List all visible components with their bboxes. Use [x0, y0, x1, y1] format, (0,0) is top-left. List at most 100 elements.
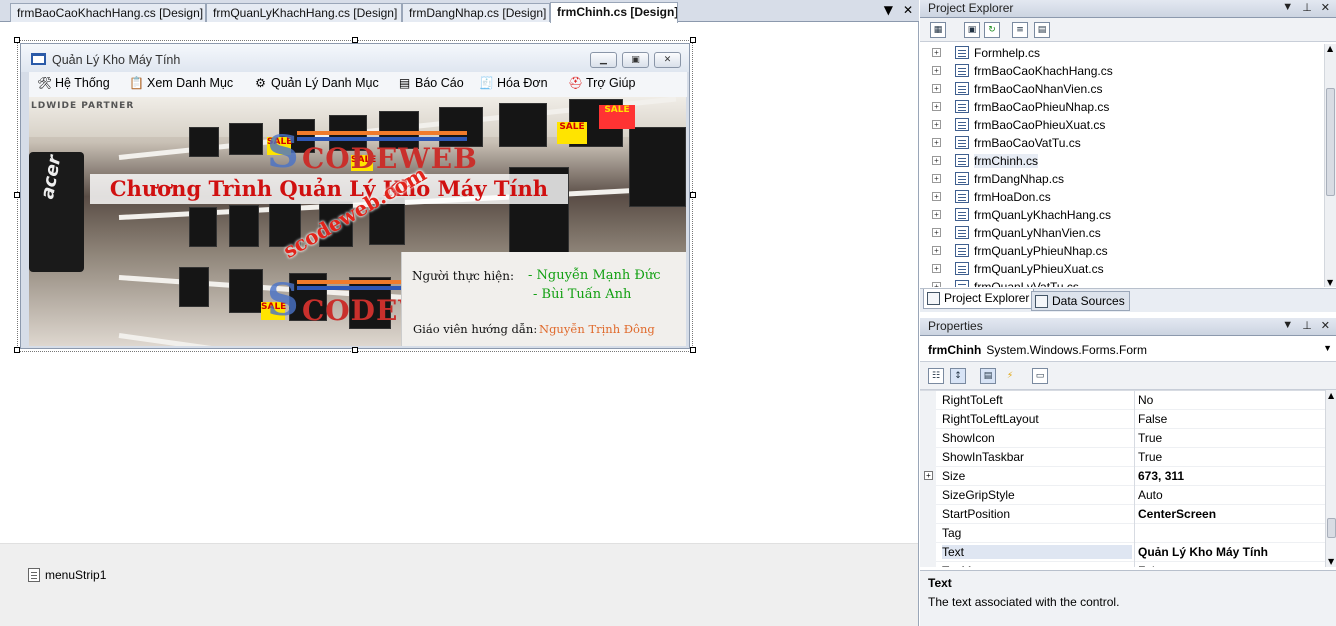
scroll-down-icon[interactable]: ▼ — [1327, 278, 1333, 287]
refresh-icon[interactable]: ↻ — [984, 22, 1000, 38]
resize-handle[interactable] — [352, 37, 358, 43]
property-value[interactable] — [1134, 524, 1326, 543]
properties-icon[interactable]: ≡ — [1012, 22, 1028, 38]
project-file-item[interactable]: + frmBaoCaoVatTu.cs — [924, 134, 1324, 152]
menu-bao-cao[interactable]: ▤ Báo Cáo — [397, 76, 464, 90]
menu-xem-danh-muc[interactable]: 📋 Xem Danh Mục — [129, 76, 233, 90]
scroll-down-icon[interactable]: ▼ — [1328, 557, 1334, 566]
alphabetical-icon[interactable]: ↕ — [950, 368, 966, 384]
project-file-item[interactable]: + frmDangNhap.cs — [924, 170, 1324, 188]
properties-view-icon[interactable]: ▤ — [980, 368, 996, 384]
project-file-item[interactable]: + frmQuanLyPhieuXuat.cs — [924, 260, 1324, 278]
scroll-thumb[interactable] — [1327, 518, 1336, 538]
object-selector[interactable]: frmChinh System.Windows.Forms.Form ▼ — [920, 338, 1336, 362]
project-file-tree[interactable]: + Formhelp.cs + frmBaoCaoKhachHang.cs + frmBa… — [924, 44, 1324, 287]
expand-icon[interactable]: + — [932, 282, 941, 287]
project-file-item[interactable]: + frmQuanLyPhieuNhap.cs — [924, 242, 1324, 260]
project-scrollbar[interactable]: ▲ ▼ — [1324, 44, 1336, 287]
property-value[interactable]: False — [1134, 410, 1326, 429]
resize-handle[interactable] — [352, 347, 358, 353]
project-file-item[interactable]: + frmQuanLyNhanVien.cs — [924, 224, 1324, 242]
properties-header[interactable]: Properties ▼ ⊥ ✕ — [920, 318, 1336, 336]
menu-tro-giup[interactable]: ⛑ Trợ Giúp — [568, 76, 635, 90]
tray-item-menustrip[interactable]: menuStrip1 — [28, 568, 106, 582]
property-row[interactable]: RightToLeft No — [920, 391, 1326, 410]
property-row[interactable]: Tag — [920, 524, 1326, 543]
scroll-up-icon[interactable]: ▲ — [1328, 391, 1334, 400]
categorized-icon[interactable]: ☷ — [928, 368, 944, 384]
form-titlebar[interactable]: Quản Lý Kho Máy Tính ▁ ▣ ✕ — [21, 44, 689, 72]
project-file-item[interactable]: + Formhelp.cs — [924, 44, 1324, 62]
property-value[interactable]: CenterScreen — [1134, 505, 1326, 524]
expand-icon[interactable]: + — [932, 66, 941, 75]
tab-dropdown-icon[interactable]: ▼ — [884, 3, 893, 17]
expand-icon[interactable]: + — [932, 192, 941, 201]
project-file-item[interactable]: + frmBaoCaoPhieuXuat.cs — [924, 116, 1324, 134]
menu-quan-ly-danh-muc[interactable]: ⚙ Quản Lý Danh Mục — [253, 76, 379, 90]
form-selection-frame[interactable]: Quản Lý Kho Máy Tính ▁ ▣ ✕ 🛠 Hệ Thống 📋 … — [14, 37, 696, 353]
close-button[interactable]: ✕ — [654, 52, 681, 68]
view-code-icon[interactable]: ▦ — [930, 22, 946, 38]
panel-dropdown-icon[interactable]: ▼ — [1282, 1, 1293, 14]
property-value[interactable]: True — [1134, 448, 1326, 467]
project-file-item[interactable]: + frmChinh.cs — [924, 152, 1324, 170]
property-row[interactable]: StartPosition CenterScreen — [920, 505, 1326, 524]
expand-icon[interactable]: + — [932, 210, 941, 219]
doc-tab-frmdangnhap[interactable]: frmDangNhap.cs [Design] — [402, 3, 550, 22]
close-icon[interactable]: ✕ — [1321, 1, 1330, 14]
property-row[interactable]: TopMostFalse — [920, 562, 1326, 567]
view-object-icon[interactable]: ▣ — [964, 22, 980, 38]
property-value[interactable]: False — [1134, 562, 1326, 567]
resize-handle[interactable] — [14, 37, 20, 43]
doc-tab-frmbaocaokhachhang[interactable]: frmBaoCaoKhachHang.cs [Design] — [10, 3, 206, 22]
minimize-button[interactable]: ▁ — [590, 52, 617, 68]
banner-picture[interactable]: LDWIDE PARTNER acer SALE SALE SALE SALE … — [29, 97, 686, 346]
property-pages-icon[interactable]: ▭ — [1032, 368, 1048, 384]
close-document-icon[interactable]: ✕ — [903, 3, 913, 17]
expand-icon[interactable]: + — [932, 264, 941, 273]
expand-icon[interactable]: + — [924, 471, 933, 480]
doc-tab-frmchinh[interactable]: frmChinh.cs [Design] — [550, 2, 678, 23]
tab-data-sources[interactable]: Data Sources — [1031, 291, 1130, 311]
class-view-icon[interactable]: ▤ — [1034, 22, 1050, 38]
expand-icon[interactable]: + — [932, 174, 941, 183]
project-file-item[interactable]: + frmQuanLyVatTu.cs — [924, 278, 1324, 287]
property-row[interactable]: RightToLeftLayout False — [920, 410, 1326, 429]
scroll-up-icon[interactable]: ▲ — [1327, 44, 1333, 53]
chevron-down-icon[interactable]: ▼ — [1323, 343, 1332, 353]
project-file-item[interactable]: + frmBaoCaoPhieuNhap.cs — [924, 98, 1324, 116]
property-row[interactable]: SizeGripStyle Auto — [920, 486, 1326, 505]
property-row[interactable]: ShowIcon True — [920, 429, 1326, 448]
project-file-item[interactable]: + frmBaoCaoKhachHang.cs — [924, 62, 1324, 80]
tab-project-explorer[interactable]: Project Explorer — [923, 289, 1035, 309]
project-explorer-header[interactable]: Project Explorer ▼ ⊥ ✕ — [920, 0, 1336, 18]
resize-handle[interactable] — [690, 347, 696, 353]
menu-hoa-don[interactable]: 🧾 Hóa Đơn — [479, 76, 548, 90]
close-icon[interactable]: ✕ — [1321, 319, 1330, 332]
menu-he-thong[interactable]: 🛠 Hệ Thống — [37, 76, 110, 90]
property-value[interactable]: Auto — [1134, 486, 1326, 505]
expand-icon[interactable]: + — [932, 48, 941, 57]
resize-handle[interactable] — [690, 192, 696, 198]
scroll-thumb[interactable] — [1326, 88, 1335, 196]
property-grid[interactable]: RightToLeft No RightToLeftLayout False ShowI… — [920, 390, 1326, 567]
form-window[interactable]: Quản Lý Kho Máy Tính ▁ ▣ ✕ 🛠 Hệ Thống 📋 … — [20, 43, 690, 349]
project-file-item[interactable]: + frmHoaDon.cs — [924, 188, 1324, 206]
pin-icon[interactable]: ⊥ — [1302, 319, 1312, 332]
resize-handle[interactable] — [14, 192, 20, 198]
project-file-item[interactable]: + frmQuanLyKhachHang.cs — [924, 206, 1324, 224]
events-icon[interactable]: ⚡ — [1002, 368, 1018, 384]
property-row[interactable]: ShowInTaskbar True — [920, 448, 1326, 467]
expand-icon[interactable]: + — [932, 84, 941, 93]
property-value[interactable]: Quản Lý Kho Máy Tính — [1134, 543, 1326, 562]
expand-icon[interactable]: + — [932, 120, 941, 129]
property-value[interactable]: True — [1134, 429, 1326, 448]
design-surface[interactable]: Quản Lý Kho Máy Tính ▁ ▣ ✕ 🛠 Hệ Thống 📋 … — [0, 23, 918, 543]
project-file-item[interactable]: + frmBaoCaoNhanVien.cs — [924, 80, 1324, 98]
expand-icon[interactable]: + — [932, 246, 941, 255]
expand-icon[interactable]: + — [932, 228, 941, 237]
maximize-button[interactable]: ▣ — [622, 52, 649, 68]
property-row[interactable]: Text Quản Lý Kho Máy Tính — [920, 543, 1326, 562]
panel-dropdown-icon[interactable]: ▼ — [1282, 319, 1293, 332]
expand-icon[interactable]: + — [932, 138, 941, 147]
